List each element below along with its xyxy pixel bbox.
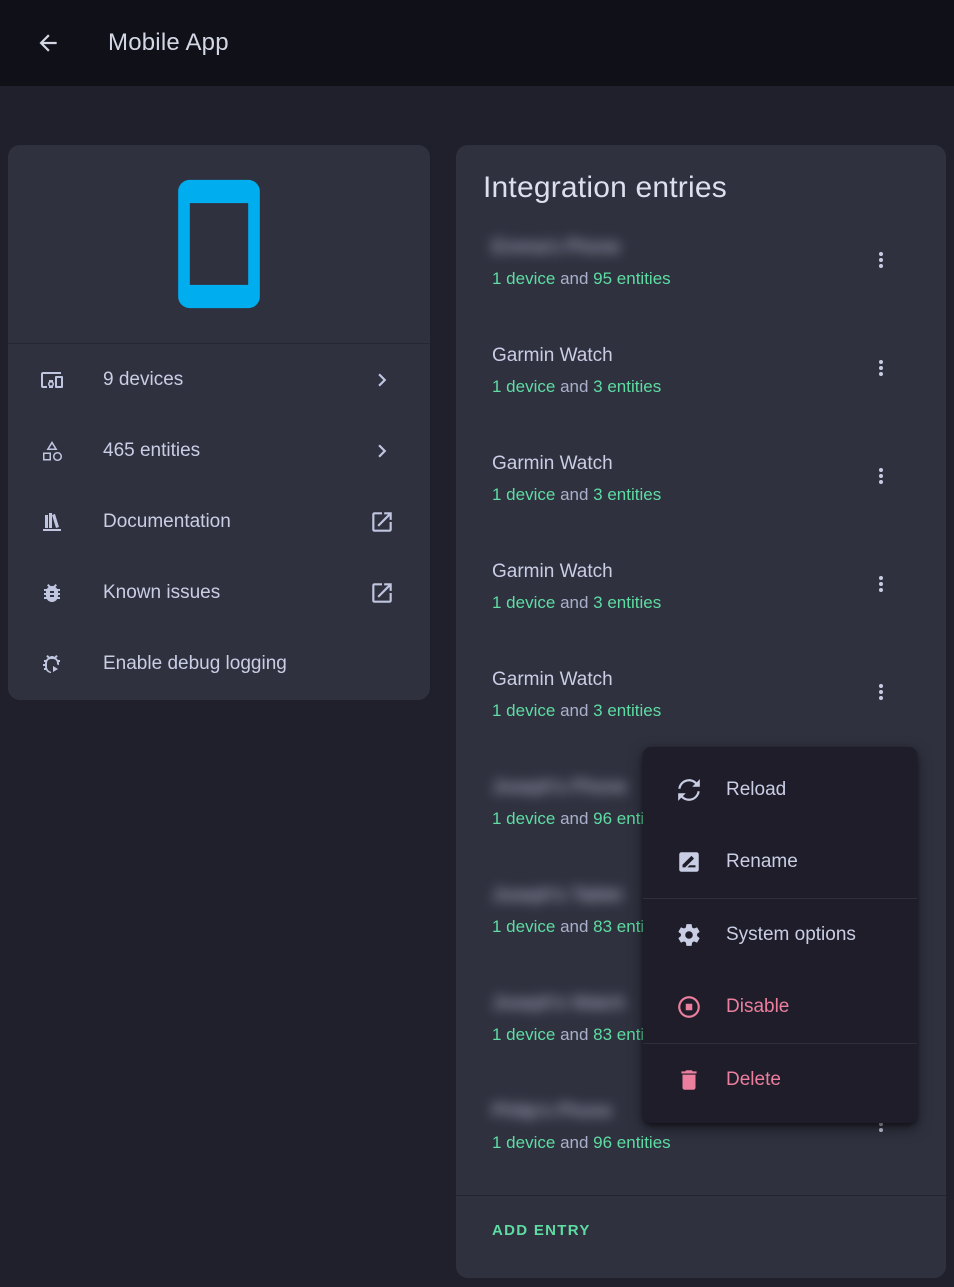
open-in-new-icon xyxy=(369,580,395,606)
menu-item-label: Rename xyxy=(726,851,798,873)
entry-name: Garmin Watch xyxy=(492,558,861,585)
entry-menu-button[interactable] xyxy=(861,564,901,604)
add-entry-button[interactable]: ADD ENTRY xyxy=(456,1212,611,1249)
entry-menu-button[interactable] xyxy=(861,456,901,496)
menu-item-label: Reload xyxy=(726,779,786,801)
device-count-link[interactable]: 1 device xyxy=(492,809,555,828)
entity-count-link[interactable]: 3 entities xyxy=(593,593,661,612)
shapes-icon xyxy=(40,439,64,463)
arrow-left-icon xyxy=(35,30,61,56)
entity-count-link[interactable]: 95 entities xyxy=(593,269,671,288)
page-title: Mobile App xyxy=(108,29,229,57)
device-count-link[interactable]: 1 device xyxy=(492,485,555,504)
known-issues-link-row[interactable]: Known issues xyxy=(8,557,430,628)
entry-row: Emma's Phone 1 device and 95 entities xyxy=(456,221,946,329)
enable-debug-logging-label: Enable debug logging xyxy=(103,653,395,675)
entry-row: Garmin Watch 1 device and 3 entities xyxy=(456,653,946,761)
bookshelf-icon xyxy=(40,510,64,534)
entry-menu-button[interactable] xyxy=(861,240,901,280)
chevron-right-icon xyxy=(369,438,395,464)
devices-icon xyxy=(40,368,64,392)
dots-vertical-icon xyxy=(869,248,893,272)
dots-vertical-icon xyxy=(869,464,893,488)
entity-count-link[interactable]: 96 entities xyxy=(593,1133,671,1152)
device-count-link[interactable]: 1 device xyxy=(492,1133,555,1152)
connector-text: and xyxy=(560,593,588,612)
device-count-link[interactable]: 1 device xyxy=(492,269,555,288)
entry-name: Garmin Watch xyxy=(492,342,861,369)
stop-circle-outline-icon xyxy=(676,994,702,1020)
menu-item-system-options[interactable]: System options xyxy=(643,899,917,971)
menu-item-delete[interactable]: Delete xyxy=(643,1044,917,1116)
entry-menu-button[interactable] xyxy=(861,672,901,712)
bug-play-icon xyxy=(40,652,64,676)
device-count-link[interactable]: 1 device xyxy=(492,377,555,396)
entry-name: Garmin Watch xyxy=(492,450,861,477)
menu-item-label: Disable xyxy=(726,996,789,1018)
devices-link-row[interactable]: 9 devices xyxy=(8,344,430,415)
devices-link-label: 9 devices xyxy=(103,369,369,391)
reload-icon xyxy=(676,777,702,803)
connector-text: and xyxy=(560,809,588,828)
rename-box-icon xyxy=(676,849,702,875)
menu-item-rename[interactable]: Rename xyxy=(643,826,917,898)
dots-vertical-icon xyxy=(869,572,893,596)
menu-item-label: Delete xyxy=(726,1069,781,1091)
documentation-link-label: Documentation xyxy=(103,511,369,533)
cellphone-icon xyxy=(149,174,289,314)
known-issues-link-label: Known issues xyxy=(103,582,369,604)
menu-item-disable[interactable]: Disable xyxy=(643,971,917,1043)
dots-vertical-icon xyxy=(869,356,893,380)
entry-name: Garmin Watch xyxy=(492,666,861,693)
menu-item-reload[interactable]: Reload xyxy=(643,754,917,826)
connector-text: and xyxy=(560,269,588,288)
entry-row: Garmin Watch 1 device and 3 entities xyxy=(456,545,946,653)
entry-menu-button[interactable] xyxy=(861,348,901,388)
integration-icon-area xyxy=(8,145,430,343)
enable-debug-logging-row[interactable]: Enable debug logging xyxy=(8,628,430,699)
entity-count-link[interactable]: 3 entities xyxy=(593,701,661,720)
entity-count-link[interactable]: 3 entities xyxy=(593,377,661,396)
chevron-right-icon xyxy=(369,367,395,393)
connector-text: and xyxy=(560,701,588,720)
connector-text: and xyxy=(560,1133,588,1152)
menu-item-label: System options xyxy=(726,924,856,946)
entry-row: Garmin Watch 1 device and 3 entities xyxy=(456,437,946,545)
app-header: Mobile App xyxy=(0,0,954,86)
entities-link-label: 465 entities xyxy=(103,440,369,462)
entry-name: Emma's Phone xyxy=(492,234,861,261)
integration-info-card: 9 devices 465 entities Documentation Kno… xyxy=(8,145,430,700)
connector-text: and xyxy=(560,485,588,504)
entry-context-menu: Reload Rename System options Disable Del… xyxy=(643,747,917,1123)
delete-icon xyxy=(676,1067,702,1093)
connector-text: and xyxy=(560,377,588,396)
connector-text: and xyxy=(560,917,588,936)
documentation-link-row[interactable]: Documentation xyxy=(8,486,430,557)
bug-icon xyxy=(40,581,64,605)
device-count-link[interactable]: 1 device xyxy=(492,1025,555,1044)
device-count-link[interactable]: 1 device xyxy=(492,701,555,720)
entries-card-title: Integration entries xyxy=(456,145,946,211)
device-count-link[interactable]: 1 device xyxy=(492,917,555,936)
connector-text: and xyxy=(560,1025,588,1044)
cog-icon xyxy=(676,922,702,948)
back-button[interactable] xyxy=(24,19,72,67)
entities-link-row[interactable]: 465 entities xyxy=(8,415,430,486)
open-in-new-icon xyxy=(369,509,395,535)
entity-count-link[interactable]: 3 entities xyxy=(593,485,661,504)
device-count-link[interactable]: 1 device xyxy=(492,593,555,612)
entry-row: Garmin Watch 1 device and 3 entities xyxy=(456,329,946,437)
dots-vertical-icon xyxy=(869,680,893,704)
